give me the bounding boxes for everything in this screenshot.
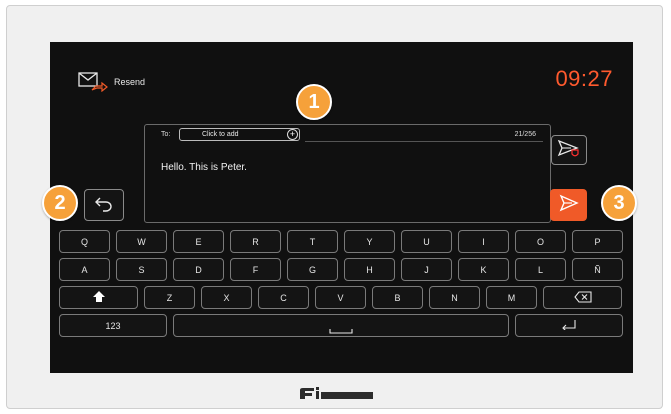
callout-3: 3 bbox=[601, 185, 637, 221]
recipient-placeholder: Click to add bbox=[202, 131, 239, 138]
screen: Resend 09:27 To: Click to add + 21/256 H… bbox=[50, 42, 633, 373]
keyboard-row-4: 123 bbox=[59, 314, 623, 337]
key-j[interactable]: J bbox=[401, 258, 452, 281]
numbers-key[interactable]: 123 bbox=[59, 314, 167, 337]
key-m[interactable]: M bbox=[486, 286, 537, 309]
backspace-key[interactable] bbox=[543, 286, 622, 309]
send-icon bbox=[559, 194, 579, 217]
key-r[interactable]: R bbox=[230, 230, 281, 253]
key-t[interactable]: T bbox=[287, 230, 338, 253]
key-z[interactable]: Z bbox=[144, 286, 195, 309]
resend-header[interactable]: Resend bbox=[78, 70, 168, 94]
divider bbox=[305, 141, 543, 142]
key-g[interactable]: G bbox=[287, 258, 338, 281]
undo-icon bbox=[93, 194, 115, 217]
message-box[interactable]: To: Click to add + 21/256 Hello. This is… bbox=[144, 124, 551, 223]
key-d[interactable]: D bbox=[173, 258, 224, 281]
space-key[interactable] bbox=[173, 314, 509, 337]
key-e[interactable]: E bbox=[173, 230, 224, 253]
key-s[interactable]: S bbox=[116, 258, 167, 281]
to-label: To: bbox=[161, 131, 171, 138]
resend-label: Resend bbox=[114, 77, 146, 87]
key-c[interactable]: C bbox=[258, 286, 309, 309]
callout-1: 1 bbox=[296, 84, 332, 120]
key-n-tilde[interactable]: Ñ bbox=[572, 258, 623, 281]
clock: 09:27 bbox=[555, 66, 613, 91]
send-secure-icon bbox=[557, 138, 581, 163]
message-text[interactable]: Hello. This is Peter. bbox=[161, 162, 247, 173]
key-y[interactable]: Y bbox=[344, 230, 395, 253]
recipient-field[interactable]: Click to add + bbox=[179, 128, 300, 141]
key-f[interactable]: F bbox=[230, 258, 281, 281]
keyboard-row-3: Z X C V B N M bbox=[59, 286, 623, 309]
key-v[interactable]: V bbox=[315, 286, 366, 309]
shift-icon bbox=[92, 291, 105, 304]
char-counter: 21/256 bbox=[514, 131, 536, 138]
enter-icon bbox=[561, 319, 577, 332]
callout-2: 2 bbox=[42, 185, 78, 221]
back-button[interactable] bbox=[84, 189, 124, 221]
key-p[interactable]: P bbox=[572, 230, 623, 253]
keyboard-row-2: A S D F G H J K L Ñ bbox=[59, 258, 623, 281]
send-button[interactable] bbox=[550, 189, 587, 221]
keyboard: Q W E R T Y U I O P A S D F G H J K L Ñ bbox=[59, 230, 623, 342]
key-k[interactable]: K bbox=[458, 258, 509, 281]
key-b[interactable]: B bbox=[372, 286, 423, 309]
key-q[interactable]: Q bbox=[59, 230, 110, 253]
keyboard-row-1: Q W E R T Y U I O P bbox=[59, 230, 623, 253]
shift-key[interactable] bbox=[59, 286, 138, 309]
key-x[interactable]: X bbox=[201, 286, 252, 309]
key-u[interactable]: U bbox=[401, 230, 452, 253]
key-o[interactable]: O bbox=[515, 230, 566, 253]
enter-key[interactable] bbox=[515, 314, 623, 337]
key-a[interactable]: A bbox=[59, 258, 110, 281]
envelope-forward-icon bbox=[78, 70, 108, 94]
key-l[interactable]: L bbox=[515, 258, 566, 281]
key-i[interactable]: I bbox=[458, 230, 509, 253]
key-w[interactable]: W bbox=[116, 230, 167, 253]
space-icon bbox=[329, 326, 353, 336]
brand-logo bbox=[299, 387, 376, 401]
plus-icon[interactable]: + bbox=[287, 129, 298, 140]
key-h[interactable]: H bbox=[344, 258, 395, 281]
key-n[interactable]: N bbox=[429, 286, 480, 309]
backspace-icon bbox=[573, 290, 592, 305]
send-secure-button[interactable] bbox=[551, 135, 587, 165]
